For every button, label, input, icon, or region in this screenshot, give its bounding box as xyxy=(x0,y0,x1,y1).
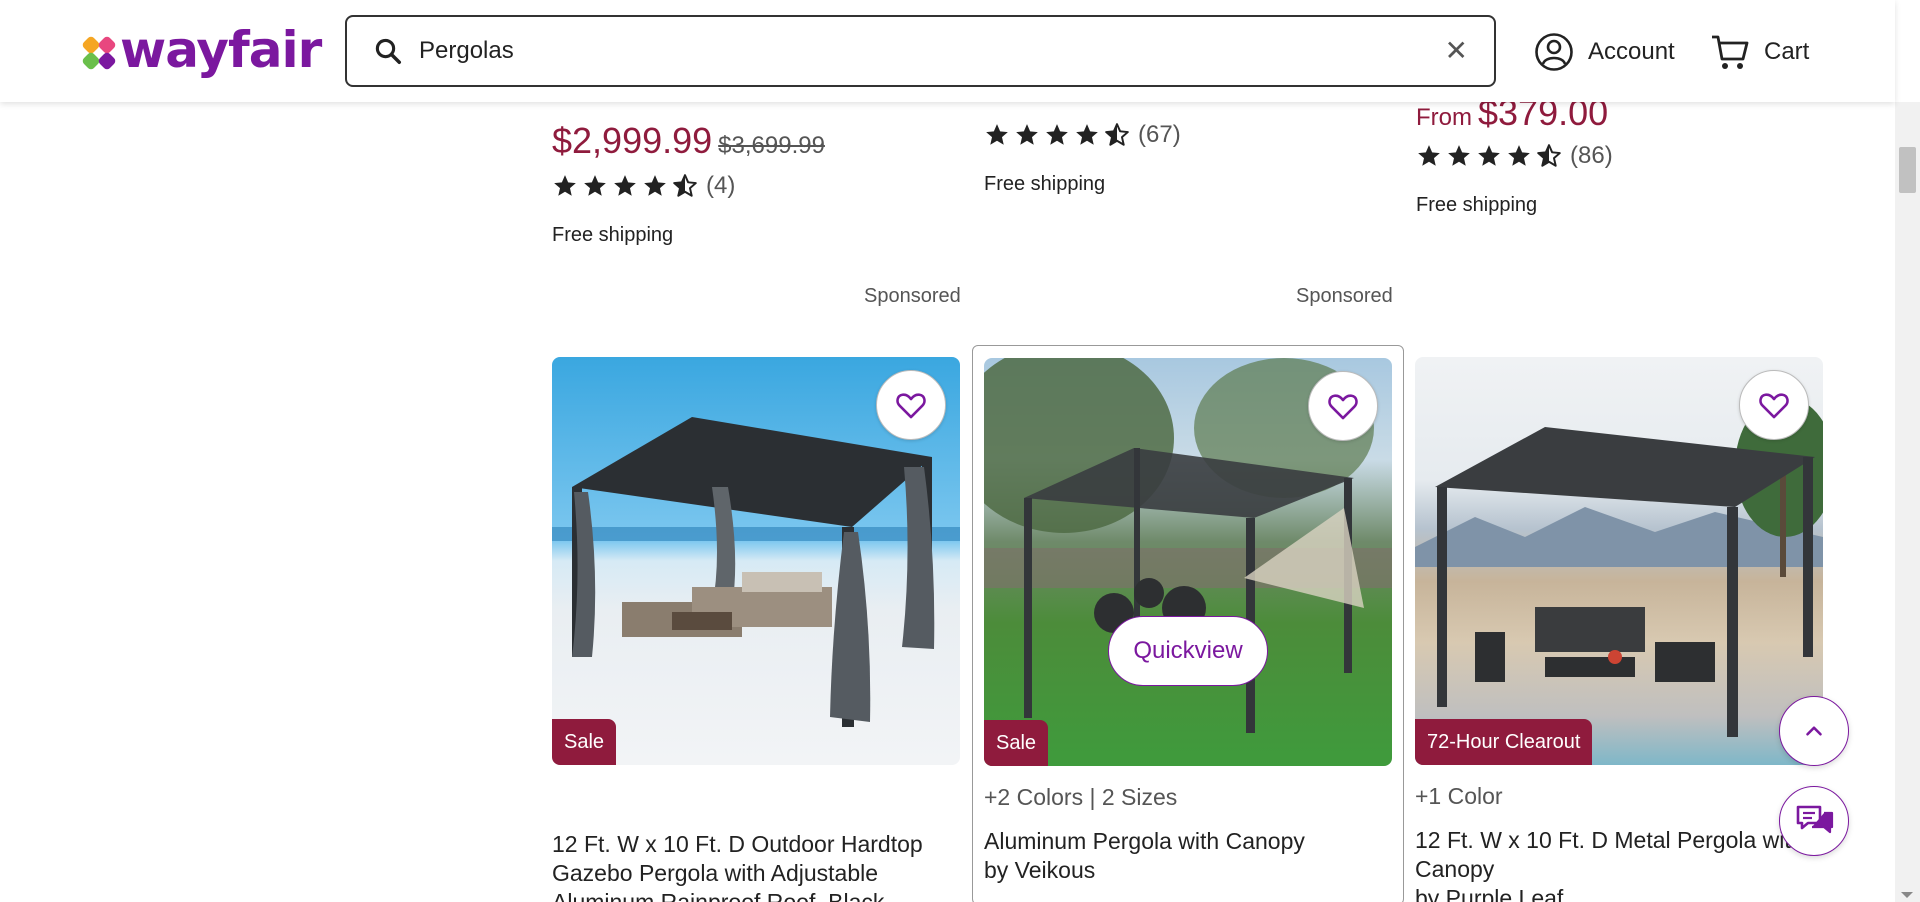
logo-mark-icon xyxy=(82,36,116,70)
product-title[interactable]: Aluminum Pergola with Canopy by Veikous xyxy=(984,827,1394,885)
star-icon xyxy=(644,175,666,196)
star-icon xyxy=(673,174,697,197)
scroll-down-arrow-icon[interactable] xyxy=(1901,892,1913,898)
review-count: (67) xyxy=(1138,121,1181,148)
heart-icon xyxy=(896,393,926,419)
page-scrollbar[interactable] xyxy=(1895,102,1920,902)
product-title-line: by Veikous xyxy=(984,857,1096,883)
product-title-line: by Purple Leaf xyxy=(1415,885,1564,902)
rating[interactable]: (67) xyxy=(984,121,1404,149)
rating[interactable]: (4) xyxy=(552,172,972,200)
product-title-line: 12 Ft. W x 10 Ft. D Outdoor Hardtop xyxy=(552,831,923,857)
cart-button[interactable]: Cart xyxy=(1710,32,1809,72)
star-icon xyxy=(1418,145,1440,166)
variant-info: +2 Colors | 2 Sizes xyxy=(984,784,1178,810)
cart-label: Cart xyxy=(1764,38,1810,65)
product-card-top-2[interactable]: (67) Free shipping xyxy=(984,121,1404,196)
favorite-button[interactable] xyxy=(876,370,946,440)
back-to-top-button[interactable] xyxy=(1779,696,1849,766)
sale-price: $2,999.99 xyxy=(552,120,713,161)
clear-icon[interactable]: ✕ xyxy=(1445,37,1468,65)
star-icon xyxy=(1046,124,1068,145)
cart-icon xyxy=(1712,35,1749,69)
account-button[interactable]: Account xyxy=(1534,32,1675,72)
site-header: wayfair ✕ Account Cart xyxy=(0,0,1895,102)
star-icon xyxy=(986,124,1008,145)
chat-icon xyxy=(1796,805,1834,834)
product-title[interactable]: 12 Ft. W x 10 Ft. D Outdoor Hardtop Gaze… xyxy=(552,830,962,902)
star-icon xyxy=(1478,145,1500,166)
logo-text: wayfair xyxy=(120,21,322,79)
product-title[interactable]: 12 Ft. W x 10 Ft. D Metal Pergola with C… xyxy=(1415,826,1825,902)
star-rating xyxy=(984,122,1134,148)
wayfair-logo[interactable]: wayfair xyxy=(82,21,322,79)
quickview-button[interactable]: Quickview xyxy=(1108,616,1268,686)
product-card-top-1[interactable]: $2,999.99 $3,699.99 (4) Free shipping xyxy=(552,120,972,247)
search-input[interactable] xyxy=(419,37,1399,65)
account-label: Account xyxy=(1588,38,1675,65)
product-title-line: Canopy xyxy=(1415,856,1495,882)
search-bar[interactable]: ✕ xyxy=(345,15,1496,87)
rating[interactable]: (86) xyxy=(1416,142,1836,170)
favorite-button[interactable] xyxy=(1308,371,1378,441)
chat-button[interactable] xyxy=(1779,786,1849,856)
shipping-label: Free shipping xyxy=(552,224,674,246)
review-count: (86) xyxy=(1570,142,1613,169)
variant-info: +1 Color xyxy=(1415,783,1503,809)
chevron-up-icon xyxy=(1806,726,1822,736)
product-card[interactable]: Quickview Sale +2 Colors | 2 Sizes Alumi… xyxy=(972,345,1404,902)
heart-icon xyxy=(1328,394,1358,420)
review-count: (4) xyxy=(706,172,736,199)
sponsored-label: Sponsored xyxy=(1296,285,1393,307)
star-rating xyxy=(1416,143,1566,169)
shipping-label: Free shipping xyxy=(1416,194,1538,216)
price-block: $2,999.99 $3,699.99 xyxy=(552,120,972,162)
scrollbar-thumb[interactable] xyxy=(1899,147,1916,193)
star-icon xyxy=(614,175,636,196)
product-title-line: Aluminum Pergola with Canopy xyxy=(984,828,1305,854)
sale-badge: Sale xyxy=(984,720,1049,766)
product-card[interactable]: 72-Hour Clearout +1 Color 12 Ft. W x 10 … xyxy=(1404,345,1836,902)
star-icon xyxy=(1537,144,1561,167)
star-icon xyxy=(1448,145,1470,166)
favorite-button[interactable] xyxy=(1739,370,1809,440)
sponsored-label: Sponsored xyxy=(864,285,961,307)
from-label: From xyxy=(1416,104,1472,131)
heart-icon xyxy=(1759,393,1789,419)
search-icon[interactable] xyxy=(373,36,403,66)
product-title-line: Aluminum Rainproof Roof, Black xyxy=(552,889,885,902)
sale-badge: Sale xyxy=(552,719,617,765)
product-title-line: 12 Ft. W x 10 Ft. D Metal Pergola with xyxy=(1415,827,1804,853)
star-icon xyxy=(554,175,576,196)
star-icon xyxy=(1508,145,1530,166)
account-icon xyxy=(1535,33,1573,71)
star-icon xyxy=(1076,124,1098,145)
shipping-label: Free shipping xyxy=(984,173,1106,195)
product-card[interactable]: Sale 12 Ft. W x 10 Ft. D Outdoor Hardtop… xyxy=(540,345,972,902)
star-icon xyxy=(1016,124,1038,145)
star-icon xyxy=(1105,123,1129,146)
star-rating xyxy=(552,173,702,199)
star-icon xyxy=(584,175,606,196)
product-title-line: Gazebo Pergola with Adjustable xyxy=(552,860,879,886)
product-card-top-3[interactable]: From $379.00 (86) Free shipping xyxy=(1416,92,1836,217)
clearout-badge: 72-Hour Clearout xyxy=(1415,719,1593,765)
original-price: $3,699.99 xyxy=(718,132,825,159)
